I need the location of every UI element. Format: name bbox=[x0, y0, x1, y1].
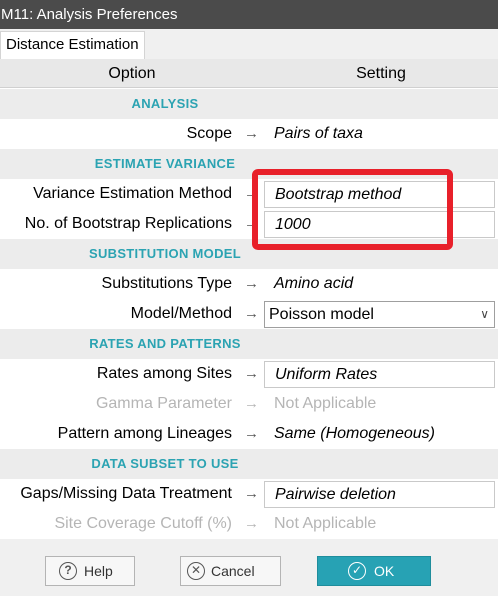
row-pattern-lineages[interactable]: Pattern among Lineages → Same (Homogeneo… bbox=[0, 419, 498, 449]
row-substitutions-type[interactable]: Substitutions Type → Amino acid bbox=[0, 269, 498, 299]
close-icon: ✕ bbox=[187, 562, 205, 580]
help-button-label: Help bbox=[84, 563, 113, 579]
check-icon: ✓ bbox=[348, 562, 366, 580]
section-rates-patterns: RATES AND PATTERNS bbox=[0, 329, 498, 359]
section-title: ESTIMATE VARIANCE bbox=[94, 156, 236, 171]
arrow-right-icon: → bbox=[244, 485, 259, 502]
setting-value: Not Applicable bbox=[274, 515, 377, 532]
selected-value: Poisson model bbox=[269, 306, 374, 323]
option-label: Gamma Parameter bbox=[95, 395, 232, 412]
gaps-missing-field[interactable]: Pairwise deletion bbox=[264, 481, 495, 508]
grid-header: Option Setting bbox=[0, 59, 498, 88]
section-substitution-model: SUBSTITUTION MODEL bbox=[0, 239, 498, 269]
cancel-button-label: Cancel bbox=[211, 563, 255, 579]
option-label: Gaps/Missing Data Treatment bbox=[20, 485, 232, 502]
option-label: Pattern among Lineages bbox=[57, 425, 232, 442]
row-scope[interactable]: Scope → Pairs of taxa bbox=[0, 119, 498, 149]
option-label: Substitutions Type bbox=[101, 275, 232, 292]
setting-value: Pairwise deletion bbox=[275, 486, 396, 503]
cancel-button[interactable]: ✕ Cancel bbox=[180, 556, 281, 586]
setting-value: Uniform Rates bbox=[275, 366, 378, 383]
option-label: Rates among Sites bbox=[96, 365, 232, 382]
row-bootstrap-replications[interactable]: No. of Bootstrap Replications → 1000 bbox=[0, 209, 498, 239]
help-button[interactable]: ? Help bbox=[45, 556, 135, 586]
question-icon: ? bbox=[59, 562, 77, 580]
arrow-right-icon: → bbox=[244, 305, 259, 322]
option-label: Site Coverage Cutoff (%) bbox=[54, 515, 232, 532]
row-gamma-parameter: Gamma Parameter → Not Applicable bbox=[0, 389, 498, 419]
section-title: SUBSTITUTION MODEL bbox=[88, 246, 241, 261]
arrow-right-icon: → bbox=[244, 125, 259, 142]
model-method-select[interactable]: Poisson model ∨ bbox=[264, 301, 495, 328]
preferences-grid: Option Setting ANALYSIS Scope → Pairs of… bbox=[0, 59, 498, 539]
ok-button[interactable]: ✓ OK bbox=[317, 556, 431, 586]
arrow-right-icon: → bbox=[244, 515, 259, 532]
section-title: ANALYSIS bbox=[131, 96, 199, 111]
section-analysis: ANALYSIS bbox=[0, 89, 498, 119]
section-estimate-variance: ESTIMATE VARIANCE bbox=[0, 149, 498, 179]
option-label: Model/Method bbox=[130, 305, 232, 322]
button-bar: ? Help ✕ Cancel ✓ OK bbox=[0, 539, 498, 596]
arrow-right-icon: → bbox=[244, 425, 259, 442]
arrow-right-icon: → bbox=[244, 275, 259, 292]
section-title: RATES AND PATTERNS bbox=[89, 336, 241, 351]
tab-strip: Distance Estimation bbox=[0, 29, 498, 59]
arrow-right-icon: → bbox=[244, 185, 259, 202]
variance-method-field[interactable]: Bootstrap method bbox=[264, 181, 495, 208]
section-data-subset: DATA SUBSET TO USE bbox=[0, 449, 498, 479]
bootstrap-replications-field[interactable]: 1000 bbox=[264, 211, 495, 238]
option-label: No. of Bootstrap Replications bbox=[24, 215, 232, 232]
row-gaps-missing[interactable]: Gaps/Missing Data Treatment → Pairwise d… bbox=[0, 479, 498, 509]
setting-value: Bootstrap method bbox=[275, 186, 402, 203]
setting-value: 1000 bbox=[275, 216, 311, 233]
row-variance-method[interactable]: Variance Estimation Method → Bootstrap m… bbox=[0, 179, 498, 209]
ok-button-label: OK bbox=[374, 563, 395, 579]
option-column-header: Option bbox=[108, 65, 156, 82]
window-title: M11: Analysis Preferences bbox=[0, 0, 498, 29]
row-rates-sites[interactable]: Rates among Sites → Uniform Rates bbox=[0, 359, 498, 389]
arrow-right-icon: → bbox=[244, 365, 259, 382]
row-model-method[interactable]: Model/Method → Poisson model ∨ bbox=[0, 299, 498, 329]
option-label: Scope bbox=[186, 125, 232, 142]
setting-value: Same (Homogeneous) bbox=[274, 425, 435, 442]
section-title: DATA SUBSET TO USE bbox=[91, 456, 239, 471]
rates-sites-field[interactable]: Uniform Rates bbox=[264, 361, 495, 388]
row-site-coverage: Site Coverage Cutoff (%) → Not Applicabl… bbox=[0, 509, 498, 539]
option-label: Variance Estimation Method bbox=[33, 185, 232, 202]
setting-value: Not Applicable bbox=[274, 395, 377, 412]
setting-value: Pairs of taxa bbox=[274, 125, 363, 142]
setting-value: Amino acid bbox=[274, 275, 354, 292]
arrow-right-icon: → bbox=[244, 395, 259, 412]
setting-column-header: Setting bbox=[356, 65, 406, 82]
tab-distance-estimation[interactable]: Distance Estimation bbox=[0, 31, 145, 59]
arrow-right-icon: → bbox=[244, 215, 259, 232]
chevron-down-icon[interactable]: ∨ bbox=[480, 302, 489, 327]
